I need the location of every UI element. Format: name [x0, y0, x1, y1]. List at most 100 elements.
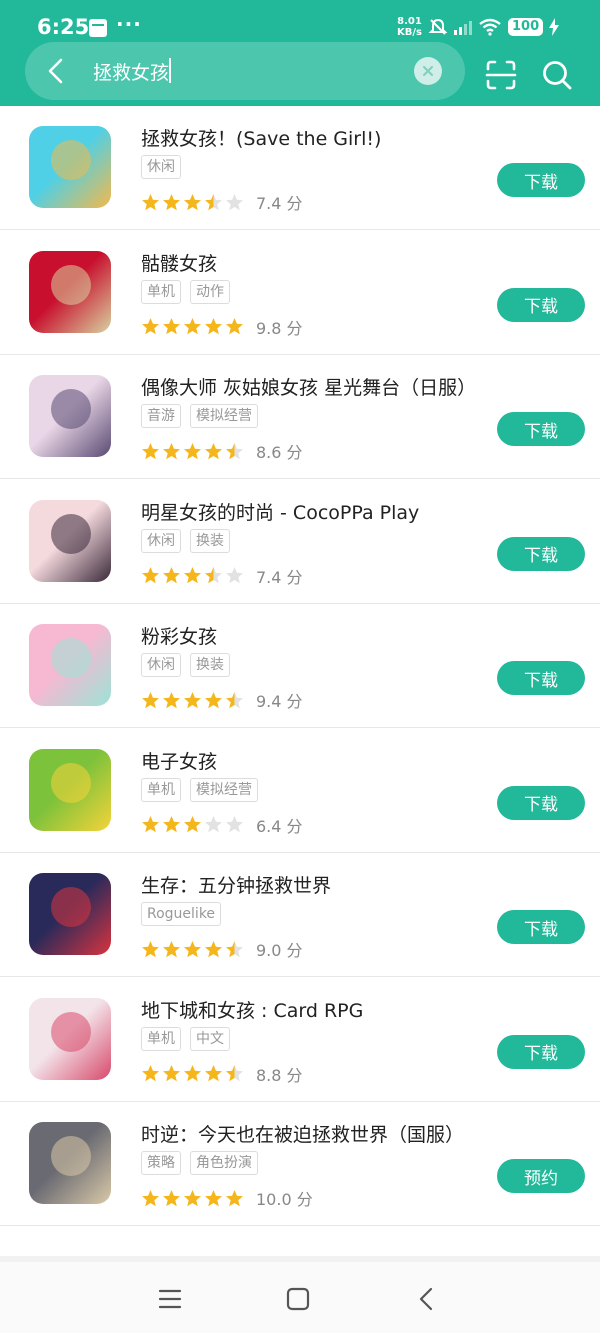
rating-score: 7.4 分 — [256, 567, 303, 587]
app-list-item[interactable]: 拯救女孩！(Save the Girl!) 休闲 7.4 分 下载 — [0, 106, 600, 230]
app-title[interactable]: 生存：五分钟拯救世界 — [141, 871, 331, 898]
rating-score: 8.6 分 — [256, 443, 303, 462]
app-rating: 9.4 分 — [141, 688, 303, 712]
app-tags: 音游 模拟经营 — [141, 404, 258, 428]
app-list-item[interactable]: 偶像大师 灰姑娘女孩 星光舞台（日服） 音游 模拟经营 8.6 分 下载 — [0, 355, 600, 479]
category-tag: 单机 — [141, 279, 181, 304]
battery-level: 100 — [508, 18, 544, 36]
download-button[interactable]: 下载 — [497, 785, 585, 820]
star-full-icon — [163, 816, 180, 833]
app-list-item[interactable]: 时逆：今天也在被迫拯救世界（国服） 策略 角色扮演 10.0 分 预约 — [0, 1102, 600, 1226]
pastel-girl-icon[interactable] — [29, 624, 111, 706]
star-full-icon — [142, 1065, 159, 1082]
app-tags: 策略 角色扮演 — [141, 1151, 258, 1175]
rating-score: 9.8 分 — [256, 318, 303, 338]
app-rating: 10.0 分 — [141, 1186, 313, 1210]
app-title[interactable]: 明星女孩的时尚 - CocoPPa Play — [141, 498, 419, 525]
star-full-icon — [163, 1065, 180, 1082]
category-tag: 策略 — [141, 1151, 181, 1175]
app-tags: 单机 模拟经营 — [141, 777, 258, 802]
star-half-icon — [226, 1065, 243, 1082]
download-button[interactable]: 下载 — [497, 287, 585, 322]
shini-icon[interactable] — [29, 1122, 111, 1204]
app-rating: 6.4 分 — [141, 813, 303, 837]
charging-icon — [549, 18, 560, 36]
app-list-item[interactable]: 明星女孩的时尚 - CocoPPa Play 休闲 换装 7.4 分 下载 — [0, 480, 600, 604]
star-full-icon — [163, 318, 180, 335]
app-tags: Roguelike — [141, 902, 222, 926]
star-full-icon — [142, 1189, 159, 1206]
back-arrow-icon — [48, 58, 63, 84]
scan-button[interactable] — [484, 58, 518, 92]
rating-stars — [141, 940, 244, 959]
app-tags: 单机 中文 — [141, 1026, 230, 1051]
rating-score: 7.4 分 — [256, 194, 303, 213]
category-tag: 单机 — [141, 777, 181, 802]
home-button[interactable] — [283, 1284, 313, 1314]
app-tags: 休闲 换装 — [141, 528, 230, 553]
search-button[interactable] — [540, 58, 574, 92]
star-full-icon — [205, 1189, 222, 1206]
rating-stars — [141, 193, 244, 212]
text-cursor — [169, 58, 171, 83]
category-tag: 单机 — [141, 1026, 181, 1051]
category-tag: 模拟经营 — [190, 777, 258, 802]
tamagotchi-icon[interactable] — [29, 748, 111, 831]
star-full-icon — [184, 1065, 201, 1082]
network-speed: 8.01 KB/s — [397, 16, 422, 38]
clear-search-button[interactable] — [414, 57, 442, 85]
download-button[interactable]: 下载 — [497, 1034, 585, 1069]
app-title[interactable]: 骷髅女孩 — [141, 249, 217, 276]
app-title[interactable]: 时逆：今天也在被迫拯救世界（国服） — [141, 1120, 464, 1147]
category-tag: 休闲 — [141, 155, 181, 179]
mute-icon — [428, 18, 448, 35]
rating-stars — [141, 1064, 244, 1083]
star-full-icon — [205, 1065, 222, 1082]
save-the-girl-icon[interactable] — [29, 126, 111, 208]
app-title[interactable]: 地下城和女孩 : Card RPG — [141, 996, 363, 1023]
back-button[interactable] — [38, 53, 74, 89]
app-list-item[interactable]: 电子女孩单机 模拟经营 6.4 分 下载 — [0, 729, 600, 853]
app-rating: 9.8 分 — [141, 315, 303, 339]
app-title[interactable]: 粉彩女孩 — [141, 622, 217, 649]
star-full-icon — [163, 193, 180, 210]
star-full-icon — [184, 318, 201, 335]
star-full-icon — [142, 816, 159, 833]
star-empty-icon — [226, 567, 243, 584]
menu-button[interactable] — [155, 1284, 185, 1314]
download-button[interactable]: 下载 — [497, 536, 585, 571]
search-input[interactable]: 拯救女孩 — [93, 58, 169, 85]
star-full-icon — [205, 940, 222, 957]
category-tag: 换装 — [190, 653, 230, 677]
network-speed-unit: KB/s — [397, 27, 422, 38]
system-back-button[interactable] — [412, 1284, 442, 1314]
category-tag: Roguelike — [141, 902, 222, 926]
app-list-item[interactable]: 粉彩女孩 休闲 换装 9.4 分 下载 — [0, 604, 600, 728]
download-button[interactable]: 下载 — [497, 412, 585, 446]
app-list-item[interactable]: 生存：五分钟拯救世界 Roguelike 9.0 分 下载 — [0, 853, 600, 977]
idolmaster-icon[interactable] — [29, 375, 111, 457]
app-list-item[interactable]: 地下城和女孩 : Card RPG 单机 中文 8.8 分 下载 — [0, 978, 600, 1102]
app-title[interactable]: 电子女孩 — [141, 747, 217, 774]
star-half-icon — [226, 691, 243, 708]
search-box[interactable] — [25, 42, 465, 100]
download-button[interactable]: 下载 — [497, 910, 585, 944]
skullgirls-icon[interactable] — [29, 250, 111, 333]
rating-stars — [141, 691, 244, 710]
download-button[interactable]: 下载 — [497, 163, 585, 197]
download-button[interactable]: 下载 — [497, 661, 585, 695]
cocoppa-icon[interactable] — [29, 499, 111, 582]
app-list-item[interactable]: 骷髅女孩 单机 动作 9.8 分 下载 — [0, 231, 600, 355]
dungeon-girl-icon[interactable] — [29, 997, 111, 1080]
app-title[interactable]: 偶像大师 灰姑娘女孩 星光舞台（日服） — [141, 373, 476, 400]
star-full-icon — [205, 691, 222, 708]
reserve-button[interactable]: 预约 — [497, 1159, 585, 1193]
search-results-list: 拯救女孩！(Save the Girl!) 休闲 7.4 分下载 骷髅女孩 单机 动作 9.… — [0, 106, 600, 1256]
scan-icon — [485, 60, 517, 90]
app-title[interactable]: 拯救女孩！(Save the Girl!) — [141, 124, 381, 151]
app-rating: 7.4 分 — [141, 564, 303, 588]
menu-icon — [158, 1289, 182, 1309]
survive-icon[interactable] — [29, 873, 111, 955]
rating-score: 9.0 分 — [256, 941, 303, 960]
back-chevron-icon — [419, 1287, 433, 1311]
